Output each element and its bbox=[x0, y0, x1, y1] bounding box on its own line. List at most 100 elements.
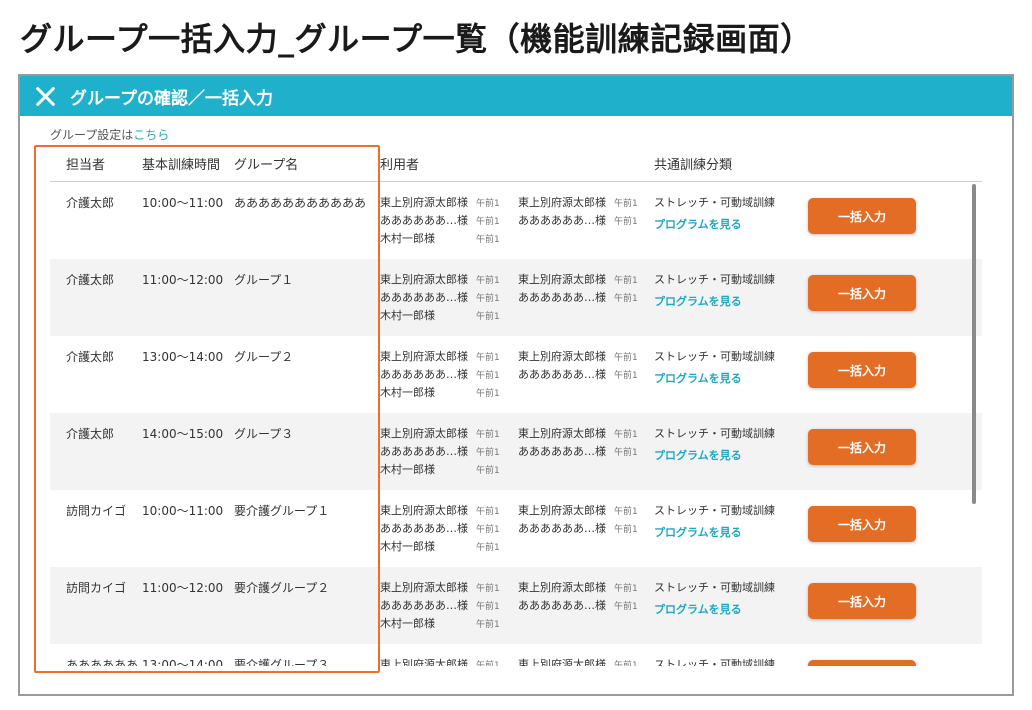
user-name: ああああああ…様 bbox=[380, 599, 468, 612]
row-group-name: グループ２ bbox=[234, 350, 294, 364]
user-list: 東上別府源太郎様午前1東上別府源太郎様午前1ああああああ…様午前1ああああああ…… bbox=[380, 656, 654, 666]
user-session: 午前1 bbox=[614, 352, 638, 363]
user-item: ああああああ…様 午前1 bbox=[380, 366, 518, 382]
row-action: 一括入力 bbox=[804, 425, 982, 465]
group-setting-text: グループ設定は bbox=[50, 128, 134, 142]
row-category: ストレッチ・可動域訓練プログラムを見る bbox=[654, 425, 804, 463]
user-name: 木村一郎様 bbox=[380, 386, 435, 399]
user-session: 午前1 bbox=[476, 542, 500, 553]
table-row: 介護太郎 14:00〜15:00 グループ３ 東上別府源太郎様 午前1 東上別府源太郎様午… bbox=[50, 413, 982, 490]
user-item: ああああああ…様 午前1 bbox=[518, 443, 654, 459]
category-name: ストレッチ・可動域訓練 bbox=[654, 658, 775, 666]
bulk-input-button[interactable]: 一括入力 bbox=[808, 352, 916, 388]
bulk-input-button[interactable]: 一括入力 bbox=[808, 198, 916, 234]
user-name: ああああああ…様 bbox=[518, 291, 606, 304]
user-item: 東上別府源太郎様 午前1 bbox=[518, 579, 654, 595]
row-users: 東上別府源太郎様午前1東上別府源太郎様午前1ああああああ…様午前1ああああああ…… bbox=[380, 425, 654, 477]
user-item: ああああああ…様 午前1 bbox=[518, 520, 654, 536]
bulk-input-button[interactable]: 一括入力 bbox=[808, 660, 916, 666]
user-name: ああああああ…様 bbox=[518, 368, 606, 381]
user-item: ああああああ…様 午前1 bbox=[380, 212, 518, 228]
row-time: 11:00〜12:00 bbox=[142, 581, 224, 595]
user-item: 東上別府源太郎様 午前1 bbox=[518, 194, 654, 210]
user-name: 東上別府源太郎様 bbox=[380, 427, 468, 440]
user-session: 午前1 bbox=[476, 388, 500, 399]
row-time: 13:00〜14:00 bbox=[142, 658, 224, 666]
row-group-name: グループ３ bbox=[234, 427, 294, 441]
user-session: 午前1 bbox=[614, 198, 638, 209]
row-category: ストレッチ・可動域訓練プログラムを見る bbox=[654, 348, 804, 386]
program-link[interactable]: プログラムを見る bbox=[654, 293, 804, 309]
user-name: 東上別府源太郎様 bbox=[518, 427, 606, 440]
row-action: 一括入力 bbox=[804, 579, 982, 619]
user-name: ああああああ…様 bbox=[518, 599, 606, 612]
user-session: 午前1 bbox=[476, 370, 500, 381]
user-session: 午前1 bbox=[614, 583, 638, 594]
row-time: 10:00〜11:00 bbox=[142, 504, 224, 518]
category-name: ストレッチ・可動域訓練 bbox=[654, 196, 775, 209]
row-group-name: あああああああああああ bbox=[234, 196, 367, 210]
row-staff: 介護太郎 bbox=[66, 196, 115, 210]
user-name: ああああああ…様 bbox=[518, 445, 606, 458]
row-category: ストレッチ・可動域訓練プログラムを見る bbox=[654, 502, 804, 540]
row-staff: 介護太郎 bbox=[66, 273, 115, 287]
program-link[interactable]: プログラムを見る bbox=[654, 601, 804, 617]
user-item: ああああああ…様 午前1 bbox=[518, 289, 654, 305]
row-action: 一括入力 bbox=[804, 271, 982, 311]
user-name: 木村一郎様 bbox=[380, 463, 435, 476]
user-item: ああああああ…様 午前1 bbox=[380, 443, 518, 459]
bulk-input-button[interactable]: 一括入力 bbox=[808, 429, 916, 465]
user-name: 東上別府源太郎様 bbox=[518, 581, 606, 594]
user-item: 東上別府源太郎様 午前1 bbox=[380, 579, 518, 595]
user-item: 東上別府源太郎様 午前1 bbox=[518, 502, 654, 518]
bulk-input-button[interactable]: 一括入力 bbox=[808, 506, 916, 542]
user-list: 東上別府源太郎様午前1東上別府源太郎様午前1ああああああ…様午前1ああああああ…… bbox=[380, 502, 654, 554]
row-group-name: 要介護グループ１ bbox=[234, 504, 330, 518]
user-session: 午前1 bbox=[614, 506, 638, 517]
row-time: 14:00〜15:00 bbox=[142, 427, 224, 441]
user-session: 午前1 bbox=[476, 352, 500, 363]
user-name: ああああああ…様 bbox=[518, 522, 606, 535]
user-session: 午前1 bbox=[476, 293, 500, 304]
program-link[interactable]: プログラムを見る bbox=[654, 447, 804, 463]
user-name: 東上別府源太郎様 bbox=[380, 273, 468, 286]
program-link[interactable]: プログラムを見る bbox=[654, 216, 804, 232]
user-session: 午前1 bbox=[476, 524, 500, 535]
table-row: 介護太郎 11:00〜12:00 グループ１ 東上別府源太郎様 午前1 東上別府源太郎様午… bbox=[50, 259, 982, 336]
user-item: ああああああ…様 午前1 bbox=[380, 520, 518, 536]
row-group-name: 要介護グループ２ bbox=[234, 581, 330, 595]
user-name: ああああああ…様 bbox=[380, 522, 468, 535]
program-link[interactable]: プログラムを見る bbox=[654, 524, 804, 540]
user-item: 東上別府源太郎様 午前1 bbox=[518, 425, 654, 441]
page-title: グループ一括入力_グループ一覧（機能訓練記録画面） bbox=[20, 20, 813, 58]
row-action: 一括入力 bbox=[804, 656, 982, 666]
user-item: 東上別府源太郎様 午前1 bbox=[380, 502, 518, 518]
row-staff: ああああああ… bbox=[66, 658, 142, 666]
user-item: 東上別府源太郎様 午前1 bbox=[380, 425, 518, 441]
user-session: 午前1 bbox=[476, 311, 500, 322]
user-item: 東上別府源太郎様 午前1 bbox=[518, 656, 654, 666]
user-name: ああああああ…様 bbox=[380, 368, 468, 381]
close-icon[interactable] bbox=[34, 85, 56, 107]
user-session: 午前1 bbox=[476, 583, 500, 594]
table-body[interactable]: 介護太郎 10:00〜11:00 あああああああああああ 東上別府源太郎様 午前1 東上別… bbox=[50, 182, 982, 666]
user-name: 東上別府源太郎様 bbox=[380, 504, 468, 517]
user-list: 東上別府源太郎様午前1東上別府源太郎様午前1ああああああ…様午前1ああああああ…… bbox=[380, 348, 654, 400]
program-link[interactable]: プログラムを見る bbox=[654, 370, 804, 386]
group-confirm-modal: グループの確認／一括入力 グループ設定はこちら 担当者 基本訓練時間 グループ名… bbox=[18, 74, 1014, 696]
user-session: 午前1 bbox=[476, 234, 500, 245]
table-row: 介護太郎 10:00〜11:00 あああああああああああ 東上別府源太郎様 午前1 東上別… bbox=[50, 182, 982, 259]
group-setting-link[interactable]: こちら bbox=[133, 128, 169, 142]
user-item: 東上別府源太郎様 午前1 bbox=[518, 348, 654, 364]
row-time: 10:00〜11:00 bbox=[142, 196, 224, 210]
user-item: 木村一郎様 午前1 bbox=[380, 384, 518, 400]
header-time: 基本訓練時間 bbox=[142, 158, 221, 173]
group-setting-note: グループ設定はこちら bbox=[50, 126, 169, 143]
user-name: ああああああ…様 bbox=[380, 445, 468, 458]
table-header: 担当者 基本訓練時間 グループ名 利用者 共通訓練分類 bbox=[50, 146, 982, 182]
bulk-input-button[interactable]: 一括入力 bbox=[808, 275, 916, 311]
row-staff: 介護太郎 bbox=[66, 427, 115, 441]
bulk-input-button[interactable]: 一括入力 bbox=[808, 583, 916, 619]
scrollbar[interactable] bbox=[972, 184, 976, 504]
user-session: 午前1 bbox=[614, 370, 638, 381]
